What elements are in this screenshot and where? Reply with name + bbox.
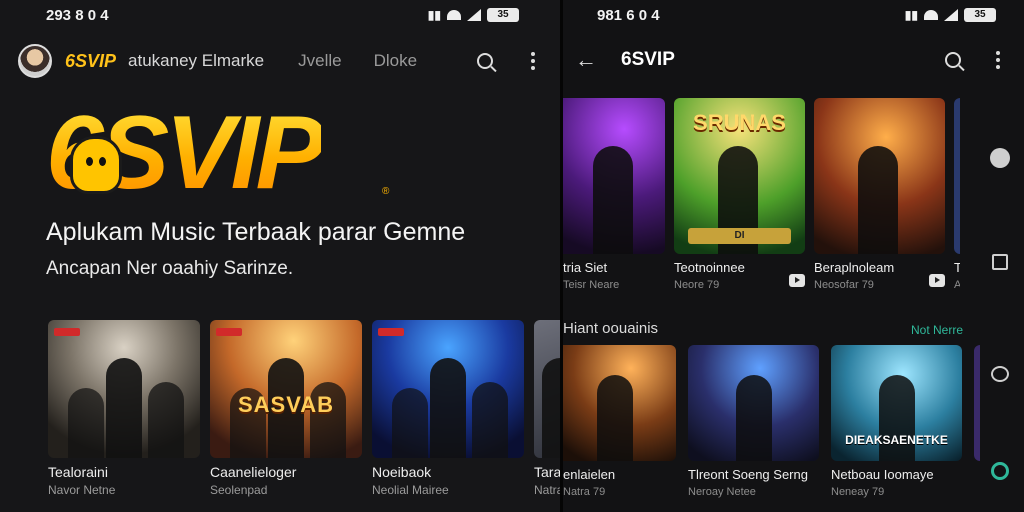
- wifi-icon: [924, 10, 938, 20]
- status-icons: ▮▮ 35: [428, 8, 519, 22]
- card-subtitle: Natra 79: [563, 486, 606, 498]
- signal-icon: ▮▮: [904, 8, 918, 22]
- list-item[interactable]: Tarac Natra 79: [534, 320, 563, 497]
- poster-text: SASVAB: [237, 392, 335, 417]
- card-title: Tlreont Soeng Serng: [688, 467, 808, 482]
- poster-tag: [54, 328, 80, 336]
- poster-image: SRUNAS DI: [674, 98, 805, 254]
- card-title: T: [954, 260, 960, 275]
- card-title: Noeibaok: [372, 464, 432, 480]
- card-title: Tealoraini: [48, 464, 108, 480]
- poster-image: [974, 345, 980, 461]
- card-subtitle: Teisr Neare: [563, 279, 620, 291]
- nav-chat-icon[interactable]: [991, 366, 1009, 382]
- avatar[interactable]: [18, 44, 52, 78]
- list-item[interactable]: SASVAB Caanelieloger Seolenpad: [210, 320, 362, 497]
- back-arrow-icon[interactable]: ←: [575, 47, 599, 73]
- list-item[interactable]: Tlreont Soeng Serng Neroay Netee: [688, 345, 819, 498]
- wifi-icon: [447, 10, 461, 20]
- hero-subline: Ancapan Ner oaahiy Sarinze.: [46, 258, 294, 279]
- poster-image: SASVAB: [210, 320, 362, 458]
- featured-list: Tealoraini Navor Netne SASVAB Caanelielo…: [48, 320, 563, 497]
- poster-tag: [216, 328, 242, 336]
- second-row-list: enlaielen Natra 79 Tlreont Soeng Serng N…: [563, 345, 980, 498]
- app-title: 6SVIP: [621, 49, 675, 70]
- list-item[interactable]: tria Siet Teisr Neare: [563, 98, 665, 291]
- poster-image: DIEAKSAENETKE: [831, 345, 962, 461]
- nav-square-icon[interactable]: [992, 254, 1008, 270]
- card-title: Caanelieloger: [210, 464, 297, 480]
- card-title: enlaielen: [563, 467, 616, 482]
- poster-image: [563, 98, 665, 254]
- card-subtitle: Neolial Mairee: [372, 483, 449, 497]
- card-subtitle: Neosofar 79: [814, 279, 874, 291]
- section-header: Hiant oouainis Not Nerre: [563, 320, 963, 337]
- card-subtitle: Natra 79: [534, 483, 563, 497]
- poster-banner: DI: [688, 228, 791, 244]
- right-screen: 981 6 0 4 ▮▮ 35 ← 6SVIP tria Siet Teisr …: [563, 0, 1024, 512]
- poster-image: [814, 98, 945, 254]
- card-subtitle: Neneay 79: [831, 486, 885, 498]
- poster-tag: [378, 328, 404, 336]
- section-title: Hiant oouainis: [563, 320, 659, 337]
- status-icons: ▮▮ 35: [905, 8, 996, 22]
- card-title: Tarac: [534, 464, 563, 480]
- search-icon[interactable]: [941, 48, 965, 72]
- list-item[interactable]: Noeibaok Neolial Mairee: [372, 320, 524, 497]
- poster-image: [372, 320, 524, 458]
- status-bar: 293 8 0 4 ▮▮ 35: [0, 0, 563, 30]
- list-item[interactable]: Tealoraini Navor Netne: [48, 320, 200, 497]
- poster-image: [48, 320, 200, 458]
- brand-logo-small[interactable]: 6SVIP: [65, 51, 116, 72]
- card-subtitle: Navor Netne: [48, 483, 116, 497]
- battery-icon: 35: [487, 8, 519, 22]
- card-title: Teotnoinnee: [674, 260, 745, 275]
- poster-image: [954, 98, 960, 254]
- cell-signal-icon: [467, 9, 481, 21]
- card-title: Beraplnoleam: [814, 260, 895, 275]
- more-vert-icon[interactable]: [986, 48, 1010, 72]
- tab-one[interactable]: Jvelle: [298, 51, 341, 71]
- card-subtitle: A: [954, 279, 960, 291]
- see-more-link[interactable]: Not Nerre: [911, 323, 963, 337]
- more-vert-icon[interactable]: [521, 49, 545, 73]
- list-item[interactable]: [974, 345, 980, 498]
- poster-image: [688, 345, 819, 461]
- poster-image: [563, 345, 676, 461]
- nav-active-icon[interactable]: [991, 462, 1009, 480]
- card-subtitle: Neore 79: [674, 279, 720, 291]
- search-icon[interactable]: [473, 49, 497, 73]
- card-subtitle: Seolenpad: [210, 483, 268, 497]
- list-item[interactable]: enlaielen Natra 79: [563, 345, 676, 498]
- app-title: atukaney Elmarke: [128, 51, 265, 70]
- status-time: 293 8 0 4: [46, 6, 109, 24]
- battery-icon: 35: [964, 8, 996, 22]
- play-icon[interactable]: [929, 274, 945, 287]
- signal-icon: ▮▮: [427, 8, 441, 22]
- hero-banner: 6SVIP ®: [46, 98, 389, 208]
- top-row-list: tria Siet Teisr Neare SRUNAS DI Teotnoin…: [563, 98, 960, 291]
- card-title: Netboau Ioomaye: [831, 467, 934, 482]
- mascot-icon: [70, 136, 122, 194]
- poster-text: DIEAKSAENETKE: [845, 433, 948, 447]
- tab-two[interactable]: Dloke: [374, 51, 417, 71]
- cell-signal-icon: [944, 9, 958, 21]
- poster-text: SRUNAS: [693, 110, 786, 135]
- side-navigation: [990, 148, 1010, 480]
- list-item[interactable]: SRUNAS DI Teotnoinnee Neore 79: [674, 98, 805, 291]
- card-subtitle: Neroay Netee: [688, 486, 756, 498]
- hero-headline: Aplukam Music Terbaak parar Gemne: [46, 218, 466, 246]
- card-title: tria Siet: [563, 260, 608, 275]
- list-item[interactable]: DIEAKSAENETKE Netboau Ioomaye Neneay 79: [831, 345, 962, 498]
- list-item[interactable]: T A: [954, 98, 960, 291]
- status-bar: 981 6 0 4 ▮▮ 35: [563, 0, 1024, 30]
- poster-image: [534, 320, 563, 458]
- left-screen: 293 8 0 4 ▮▮ 35 6SVIP atukaney Elmarke J…: [0, 0, 563, 512]
- status-time: 981 6 0 4: [597, 6, 660, 24]
- play-icon[interactable]: [789, 274, 805, 287]
- registered-mark: ®: [382, 186, 390, 197]
- nav-home-icon[interactable]: [990, 148, 1010, 168]
- list-item[interactable]: Beraplnoleam Neosofar 79: [814, 98, 945, 291]
